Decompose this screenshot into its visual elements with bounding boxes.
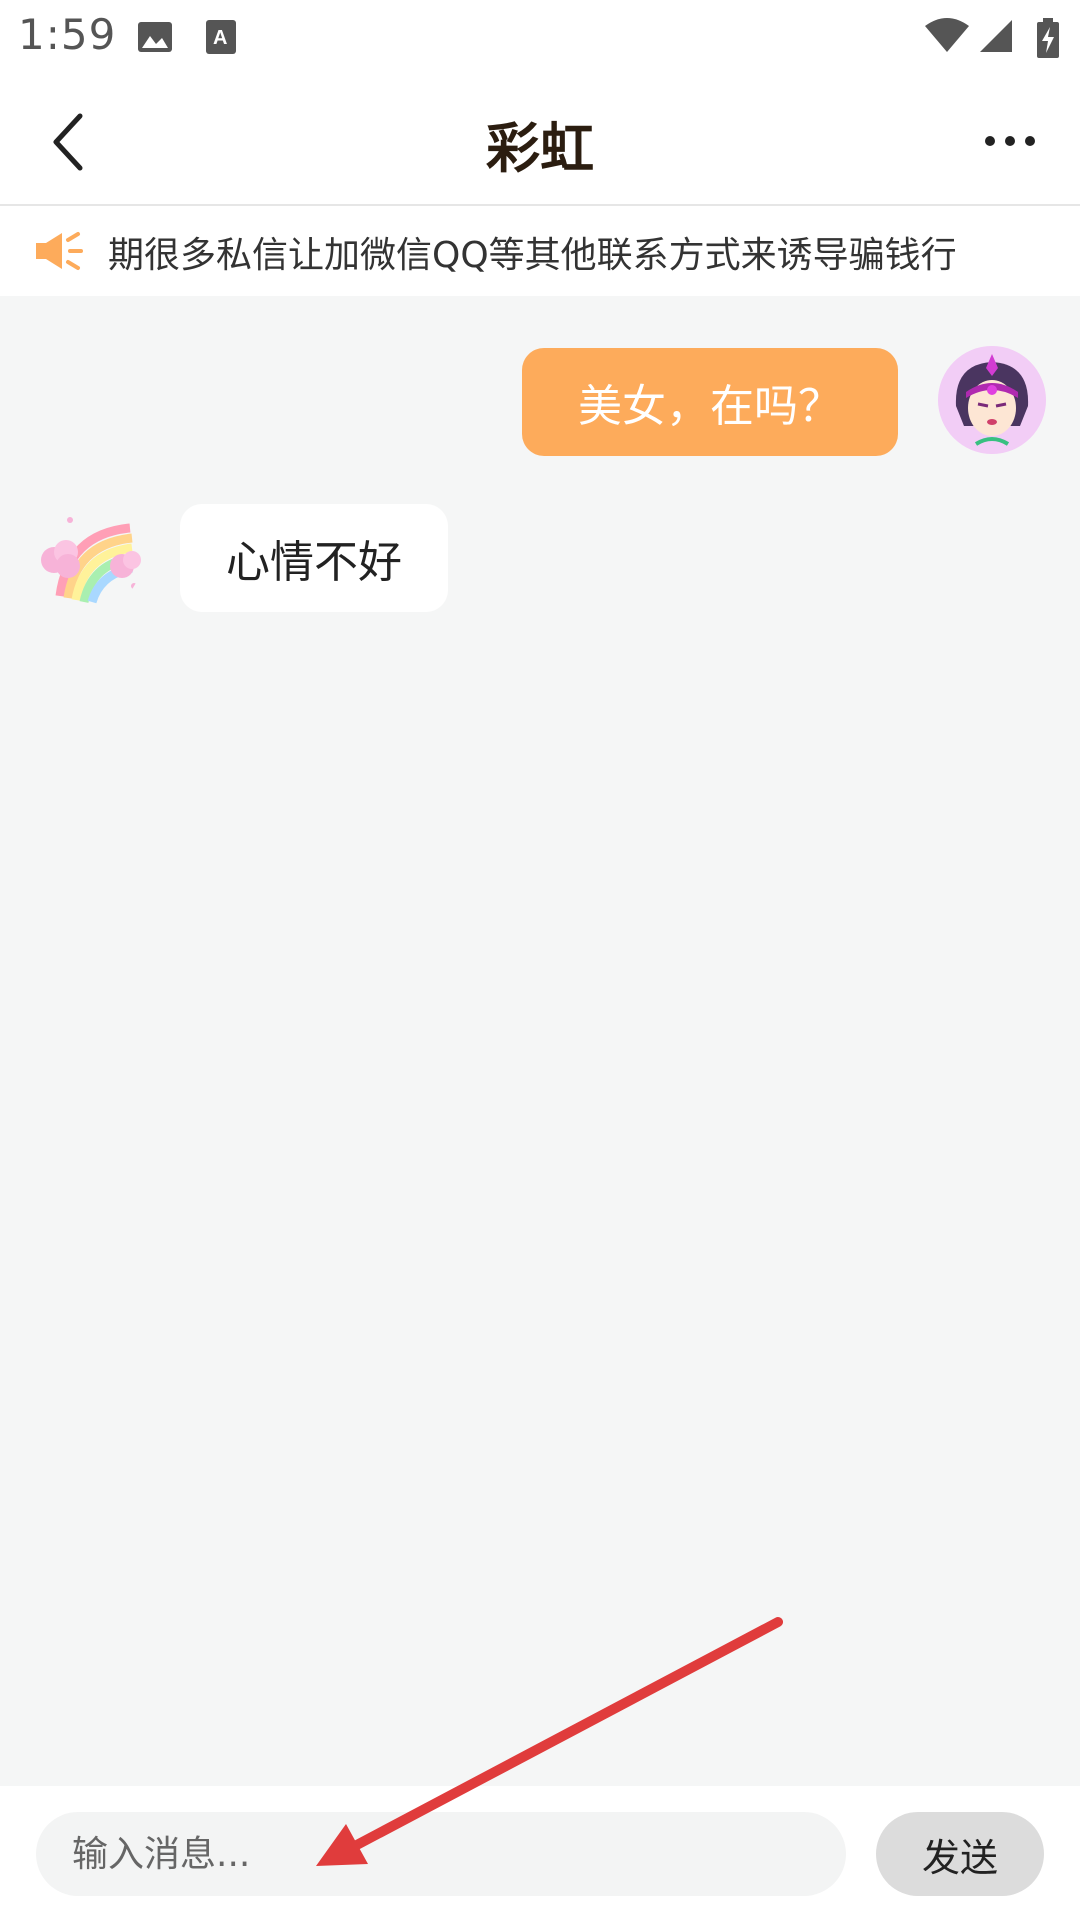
notice-text: 期很多私信让加微信QQ等其他联系方式来诱导骗钱行 — [108, 235, 957, 276]
battery-charging-icon — [1036, 18, 1060, 62]
chat-area[interactable]: 美女，在吗？ 心情不好 — [0, 296, 1080, 1786]
page-title: 彩虹 — [486, 117, 594, 180]
more-dots-icon — [985, 136, 1035, 146]
notice-bar: 期很多私信让加微信QQ等其他联系方式来诱导骗钱行 — [0, 206, 1080, 296]
rainbow-avatar[interactable] — [34, 504, 142, 612]
outgoing-message[interactable]: 美女，在吗？ — [522, 348, 898, 456]
megaphone-icon — [34, 228, 84, 274]
message-input[interactable] — [36, 1812, 846, 1896]
wifi-icon — [924, 18, 970, 58]
svg-text:A: A — [213, 27, 227, 49]
status-time: 1:59 — [18, 10, 117, 59]
signal-icon — [978, 18, 1014, 58]
more-button[interactable] — [980, 126, 1040, 156]
send-button[interactable]: 发送 — [876, 1812, 1044, 1896]
image-icon — [136, 18, 174, 60]
text-app-icon: A — [204, 18, 238, 60]
incoming-message[interactable]: 心情不好 — [180, 504, 448, 612]
nav-bar: 彩虹 — [0, 74, 1080, 206]
purple-hair-girl-avatar[interactable] — [938, 346, 1046, 454]
input-bar: 发送 — [0, 1786, 1080, 1920]
status-bar: 1:59 A — [0, 0, 1080, 74]
